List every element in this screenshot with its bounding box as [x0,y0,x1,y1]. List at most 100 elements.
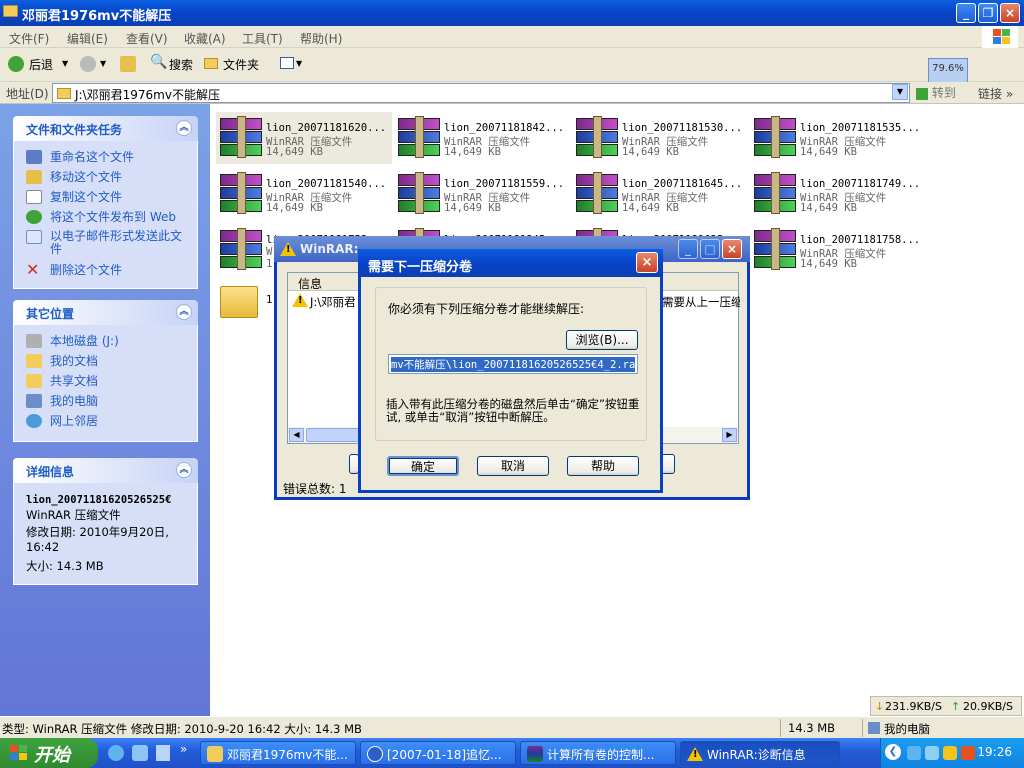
taskbar-item-checksum[interactable]: 计算所有卷的控制... [520,741,676,765]
minimize-button[interactable]: _ [956,3,976,23]
diag-close-button[interactable]: × [722,239,742,259]
menu-tools[interactable]: 工具(T) [242,30,283,47]
details-title: 详细信息 [26,465,75,479]
task-copy[interactable]: 复制这个文件 [26,187,189,207]
taskbar-item-winrar-diag[interactable]: WinRAR:诊断信息 [680,741,840,765]
clock[interactable]: 19:26 [977,745,1012,759]
taskbar-item-browser[interactable]: [2007-01-18]追忆... [360,741,516,765]
file-size: 14,649 KB [800,258,857,270]
views-icon[interactable] [280,57,294,69]
collapse-icon[interactable]: ︽ [176,462,192,478]
menu-edit[interactable]: 编辑(E) [67,30,108,47]
file-item[interactable]: lion_20071181758... WinRAR 压缩文件 14,649 KB [750,224,926,276]
place-my-documents[interactable]: 我的文档 [26,351,189,371]
place-shared-documents[interactable]: 共享文档 [26,371,189,391]
file-name: lion_20071181842... [444,122,565,134]
search-button[interactable]: 搜索 [169,56,193,73]
folder-label[interactable]: 1 [266,294,272,306]
volume-path-input[interactable]: mv不能解压\lion_20071181620526525€4_2.rar [388,354,638,374]
help-button[interactable]: 帮助 [567,456,639,476]
quicklaunch-icon[interactable] [132,745,148,761]
quicklaunch-icon[interactable] [156,745,170,761]
address-dropdown-icon[interactable]: ▼ [892,84,908,100]
scroll-left-icon[interactable]: ◀ [289,428,304,442]
volume-dialog-title: 需要下一压缩分卷 [368,260,473,275]
place-local-disk[interactable]: 本地磁盘 (J:) [26,331,189,351]
details-header[interactable]: 详细信息 ︽ [13,458,198,483]
tray-app-icon[interactable] [925,746,939,760]
task-email[interactable]: 以电子邮件形式发送此文件 [26,227,189,260]
links-button[interactable]: 链接 » [978,85,1013,102]
file-tasks-header[interactable]: 文件和文件夹任务 ︽ [13,116,198,141]
file-item[interactable]: lion_20071181535... WinRAR 压缩文件 14,649 KB [750,112,926,164]
scroll-thumb[interactable] [306,428,366,442]
menu-help[interactable]: 帮助(H) [300,30,342,47]
shared-folder-icon [26,374,42,388]
file-size: 14,649 KB [622,202,679,214]
tray-expand-icon[interactable]: ❮ [885,744,901,760]
browse-button[interactable]: 浏览(B)... [566,330,638,350]
file-size: 14,649 KB [444,146,501,158]
file-item[interactable]: lion_20071181749... WinRAR 压缩文件 14,649 KB [750,168,926,220]
file-name: lion_20071181758... [800,234,921,246]
forward-arrow-icon[interactable] [80,56,96,72]
menu-file[interactable]: 文件(F) [9,30,49,47]
folder-icon[interactable] [220,286,258,318]
email-icon [26,230,42,244]
file-item[interactable]: lion_20071181842... WinRAR 压缩文件 14,649 KB [394,112,570,164]
task-delete[interactable]: ✕ 删除这个文件 [26,260,189,280]
winrar-archive-icon [398,172,440,214]
cancel-button[interactable]: 取消 [477,456,549,476]
winrar-archive-icon [398,116,440,158]
diag-maximize-button[interactable]: □ [700,239,720,259]
back-button[interactable]: 后退 [29,56,53,73]
search-icon: 🔍 [150,54,168,70]
address-input[interactable]: J:\邓丽君1976mv不能解压 [52,83,910,103]
menu-favorites[interactable]: 收藏(A) [184,30,226,47]
taskbar-item-explorer[interactable]: 邓丽君1976mv不能... [200,741,356,765]
tray-network-icon[interactable] [907,746,921,760]
volume-dialog-close-button[interactable]: × [636,252,658,273]
close-button[interactable]: × [1000,3,1020,23]
file-name: lion_20071181749... [800,178,921,190]
task-rename[interactable]: 重命名这个文件 [26,147,189,167]
menu-view[interactable]: 查看(V) [126,30,168,47]
file-size: 14,649 KB [266,146,323,158]
task-publish[interactable]: 将这个文件发布到 Web [26,207,189,227]
links-label: 链接 [978,87,1003,101]
file-item[interactable]: lion_20071181559... WinRAR 压缩文件 14,649 KB [394,168,570,220]
diag-minimize-button[interactable]: _ [678,239,698,259]
back-arrow-icon[interactable] [8,56,24,72]
forward-dropdown-icon[interactable]: ▼ [100,59,106,68]
collapse-icon[interactable]: ︽ [176,120,192,136]
file-item[interactable]: lion_20071181530... WinRAR 压缩文件 14,649 KB [572,112,748,164]
title-bar: 邓丽君1976mv不能解压 _ ❐ × [0,0,1024,26]
back-dropdown-icon[interactable]: ▼ [62,59,68,68]
taskbar-item-label: WinRAR:诊断信息 [707,748,806,762]
file-item[interactable]: lion_20071181645... WinRAR 压缩文件 14,649 KB [572,168,748,220]
file-item[interactable]: lion_20071181540... WinRAR 压缩文件 14,649 KB [216,168,392,220]
task-label: 重命名这个文件 [50,150,135,164]
ok-button[interactable]: 确定 [387,456,459,476]
place-network[interactable]: 网上邻居 [26,411,189,431]
start-button[interactable]: 开始 [0,738,98,768]
quicklaunch-more-icon[interactable]: » [180,742,187,756]
ie-quicklaunch-icon[interactable] [108,745,124,761]
folders-button[interactable]: 文件夹 [223,56,259,73]
scroll-right-icon[interactable]: ▶ [722,428,737,442]
file-item[interactable]: lion_20071181620... WinRAR 压缩文件 14,649 KB [216,112,392,164]
views-dropdown-icon[interactable]: ▼ [296,59,302,68]
task-move[interactable]: 移动这个文件 [26,167,189,187]
volume-message: 你必须有下列压缩分卷才能继续解压: [388,302,585,316]
place-my-computer[interactable]: 我的电脑 [26,391,189,411]
go-button[interactable]: 转到 [916,84,966,102]
up-folder-icon[interactable] [120,56,136,72]
tray-app-icon[interactable] [961,746,975,760]
file-size: 14,649 KB [800,146,857,158]
collapse-icon[interactable]: ︽ [176,304,192,320]
upload-speed: 20.9KB/S [963,700,1013,713]
tray-app-icon[interactable] [943,746,957,760]
other-places-header[interactable]: 其它位置 ︽ [13,300,198,325]
restore-button[interactable]: ❐ [978,3,998,23]
diag-button-right[interactable] [661,454,675,474]
